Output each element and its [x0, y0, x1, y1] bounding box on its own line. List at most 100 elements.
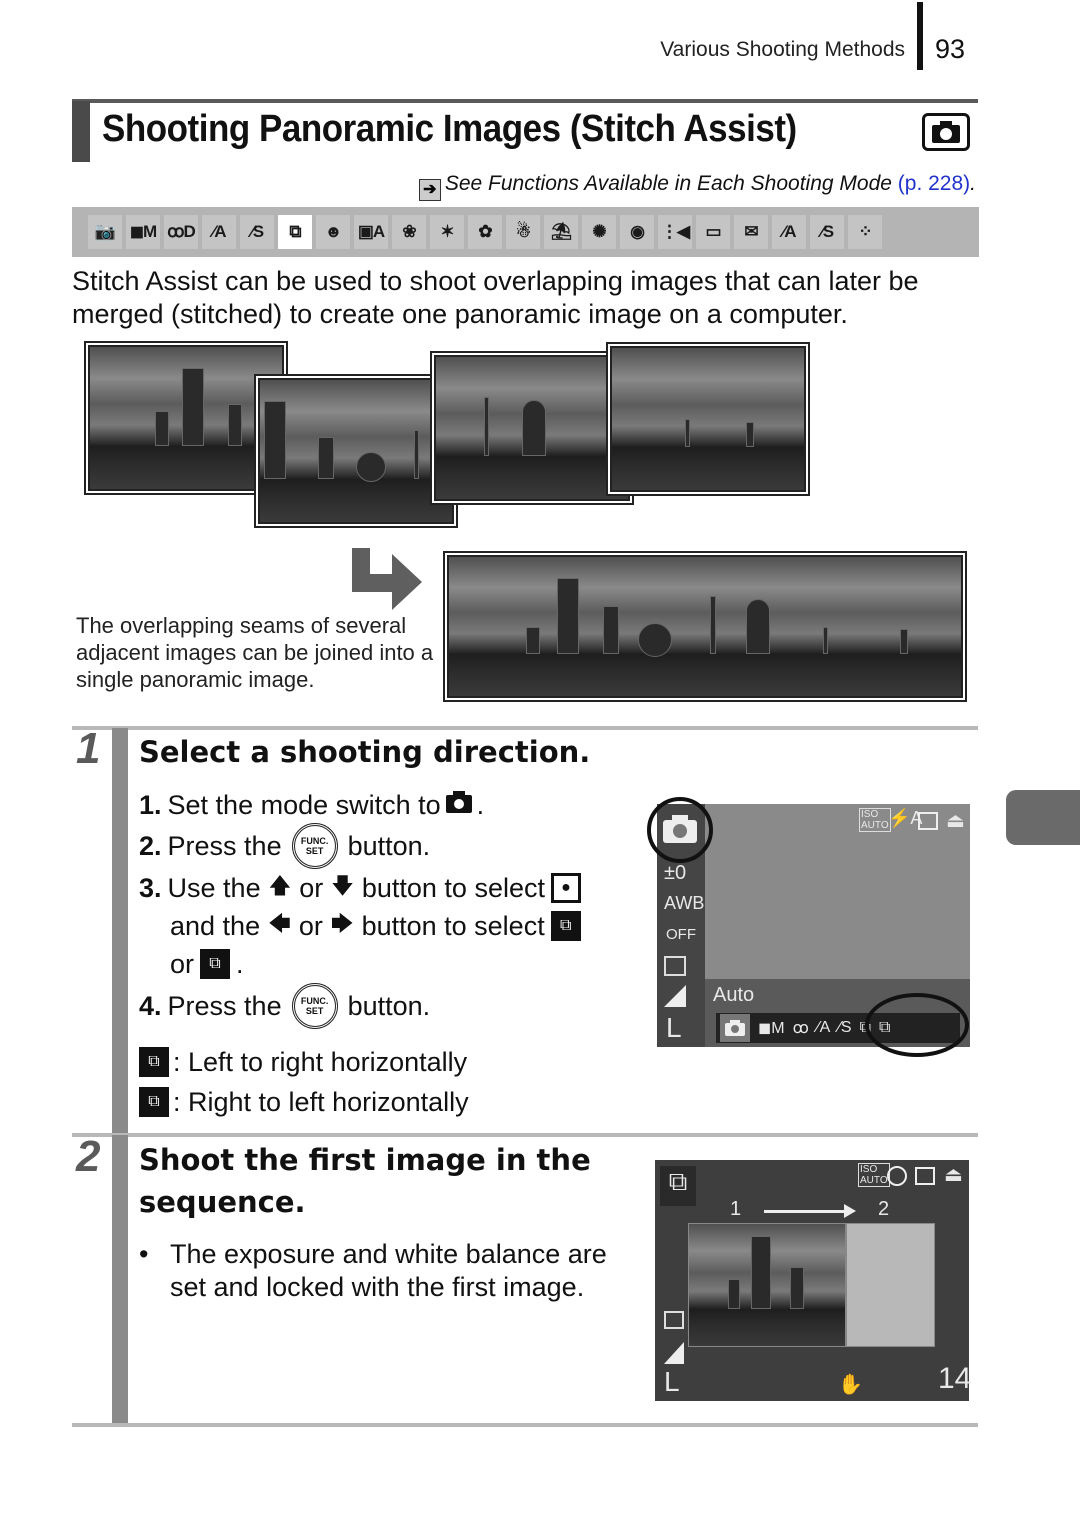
iso-auto-icon: ISO AUTO — [858, 1163, 890, 1187]
drive-mode-icon — [915, 1167, 935, 1185]
up-arrow-icon: 🡅 — [268, 873, 292, 898]
white-balance: AWB — [664, 893, 705, 913]
intro-paragraph: Stitch Assist can be used to shoot overl… — [72, 266, 919, 329]
step-1-rule — [72, 726, 978, 730]
next-frame-placeholder — [846, 1223, 935, 1347]
portrait-icon: ☻ — [316, 215, 350, 249]
left-to-right-icon: ⧉ — [139, 1047, 169, 1077]
header-divider — [917, 2, 923, 70]
stitch-direction-icon: ⧉ — [660, 1166, 696, 1206]
panorama-frame-3 — [432, 353, 632, 503]
step-2-bullet-text: The exposure and white balance are set a… — [170, 1239, 607, 1302]
page-number: 93 — [935, 34, 966, 64]
highlight-circle-stitch — [865, 993, 969, 1057]
auto-mode-icon: ● — [550, 873, 581, 903]
title-accent-bar — [72, 101, 90, 162]
frame-number-2: 2 — [878, 1198, 890, 1220]
step-1-item-3-line-3: or ⧉ . — [170, 948, 244, 979]
direction-arrow — [764, 1210, 844, 1213]
image-size: L — [666, 1012, 682, 1043]
auto-mode-option — [720, 1014, 750, 1042]
bullet-dot: • — [139, 1239, 149, 1269]
step-1-item-4: 4. Press the FUNC. SET button. — [139, 982, 430, 1030]
digital-macro-icon: ꝏD — [164, 215, 198, 249]
camera-shake-icon: ✋ — [838, 1374, 863, 1396]
self-timer-icon: ⏏ — [944, 1164, 963, 1186]
step-2-rule — [72, 1133, 978, 1137]
movie-time-lapse-icon: ⁘ — [848, 215, 882, 249]
manual-mode-option: ◼M — [758, 1020, 785, 1037]
color-accent-icon: ⁄A — [202, 215, 236, 249]
movie-color-swap-icon: ⁄S — [810, 215, 844, 249]
mode-label: Auto — [713, 984, 755, 1006]
bent-arrow-icon — [352, 548, 422, 610]
aquarium-icon: ◉ — [620, 215, 654, 249]
movie-color-accent-icon: ⁄A — [772, 215, 806, 249]
see-also-line: ➔ See Functions Available in Each Shootin… — [350, 172, 976, 201]
step-2-title-line-2: sequence. — [139, 1185, 306, 1219]
self-timer-icon: ⏏ — [946, 810, 965, 832]
panorama-caption: The overlapping seams of several adjacen… — [76, 613, 434, 692]
camera-auto-icon — [662, 814, 698, 844]
direction-arrow-head — [844, 1204, 856, 1218]
movie-standard-icon: ▭ — [696, 215, 730, 249]
auto-mode-icon: 📷 — [88, 215, 122, 249]
fireworks-icon: ✺ — [582, 215, 616, 249]
left-arrow-icon: 🡄 — [268, 911, 291, 936]
metering-icon — [664, 1311, 684, 1329]
camera-auto-icon — [445, 790, 473, 821]
down-arrow-icon: 🡇 — [331, 873, 354, 898]
first-frame-preview — [688, 1223, 846, 1347]
kids-pets-icon: ❀ — [392, 215, 426, 249]
color-accent-option: ⁄A — [816, 1019, 831, 1036]
indoor-icon: ✶ — [430, 215, 464, 249]
camera-auto-icon — [922, 113, 970, 151]
legend-left-to-right: ⧉ : Left to right horizontally — [139, 1044, 467, 1080]
stitched-panorama-image — [445, 553, 965, 700]
frame-number-1: 1 — [730, 1198, 742, 1220]
iso-auto-icon: ISO AUTO — [859, 808, 891, 832]
night-snapshot-icon: ▣A — [354, 215, 388, 249]
shots-remaining: 14 — [938, 1362, 972, 1395]
color-swap-option: ⁄S — [838, 1019, 852, 1036]
metering-icon — [664, 956, 686, 976]
panorama-frame-4 — [608, 344, 808, 494]
left-to-right-icon: ⧉ — [550, 911, 581, 941]
step-1-item-2: 2. Press the FUNC. SET button. — [139, 822, 430, 870]
func-set-button-icon: FUNC. SET — [291, 983, 338, 1029]
compression-icon — [664, 1342, 684, 1364]
step-1-item-3-line-1: 3. Use the 🡅 or 🡇 button to select ● — [139, 870, 587, 906]
underwater-icon: ⋮◀ — [658, 215, 692, 249]
foliage-icon: ✿ — [468, 215, 502, 249]
step-2-number: 2 — [76, 1132, 101, 1181]
drive-mode-icon — [918, 812, 938, 830]
right-to-left-icon: ⧉ — [139, 1087, 169, 1117]
func-set-button-icon: FUNC. SET — [291, 823, 338, 869]
panorama-frame-1 — [86, 343, 286, 493]
see-also-text: See Functions Available in Each Shooting… — [444, 172, 898, 195]
page-title: Shooting Panoramic Images (Stitch Assist… — [102, 108, 797, 150]
panorama-frame-2 — [256, 376, 456, 526]
step-2-title-line-1: Shoot the first image in the — [139, 1143, 591, 1177]
beach-icon: ⛱ — [544, 215, 578, 249]
running-head: Various Shooting Methods — [660, 38, 905, 61]
exposure-compensation: ±0 — [664, 862, 687, 884]
legend-right-to-left: ⧉ : Right to left horizontally — [139, 1084, 469, 1120]
bottom-rule — [72, 1423, 978, 1427]
step-2-bar — [112, 1135, 128, 1423]
image-size: L — [664, 1366, 680, 1397]
reference-arrow-icon: ➔ — [418, 179, 441, 201]
title-rule — [72, 99, 978, 103]
flash-off-icon — [887, 1166, 907, 1186]
compression-icon — [664, 985, 686, 1007]
chapter-tab — [1006, 790, 1080, 845]
page-reference-link[interactable]: (p. 228) — [898, 172, 970, 195]
step-1-title: Select a shooting direction. — [139, 735, 591, 769]
step-1-number: 1 — [76, 724, 101, 773]
stitch-assist-icon: ⧉ — [278, 215, 312, 249]
color-swap-icon: ⁄S — [240, 215, 274, 249]
right-arrow-icon: 🡆 — [330, 911, 354, 936]
manual-mode-icon: ◼M — [126, 215, 160, 249]
my-colors-off: OFF — [666, 926, 696, 943]
shooting-mode-strip: 📷 ◼M ꝏD ⁄A ⁄S ⧉ ☻ ▣A ❀ ✶ ✿ ☃ ⛱ ✺ ◉ ⋮◀ ▭ ✉ ⁄A ⁄S ⁘ — [72, 207, 979, 257]
